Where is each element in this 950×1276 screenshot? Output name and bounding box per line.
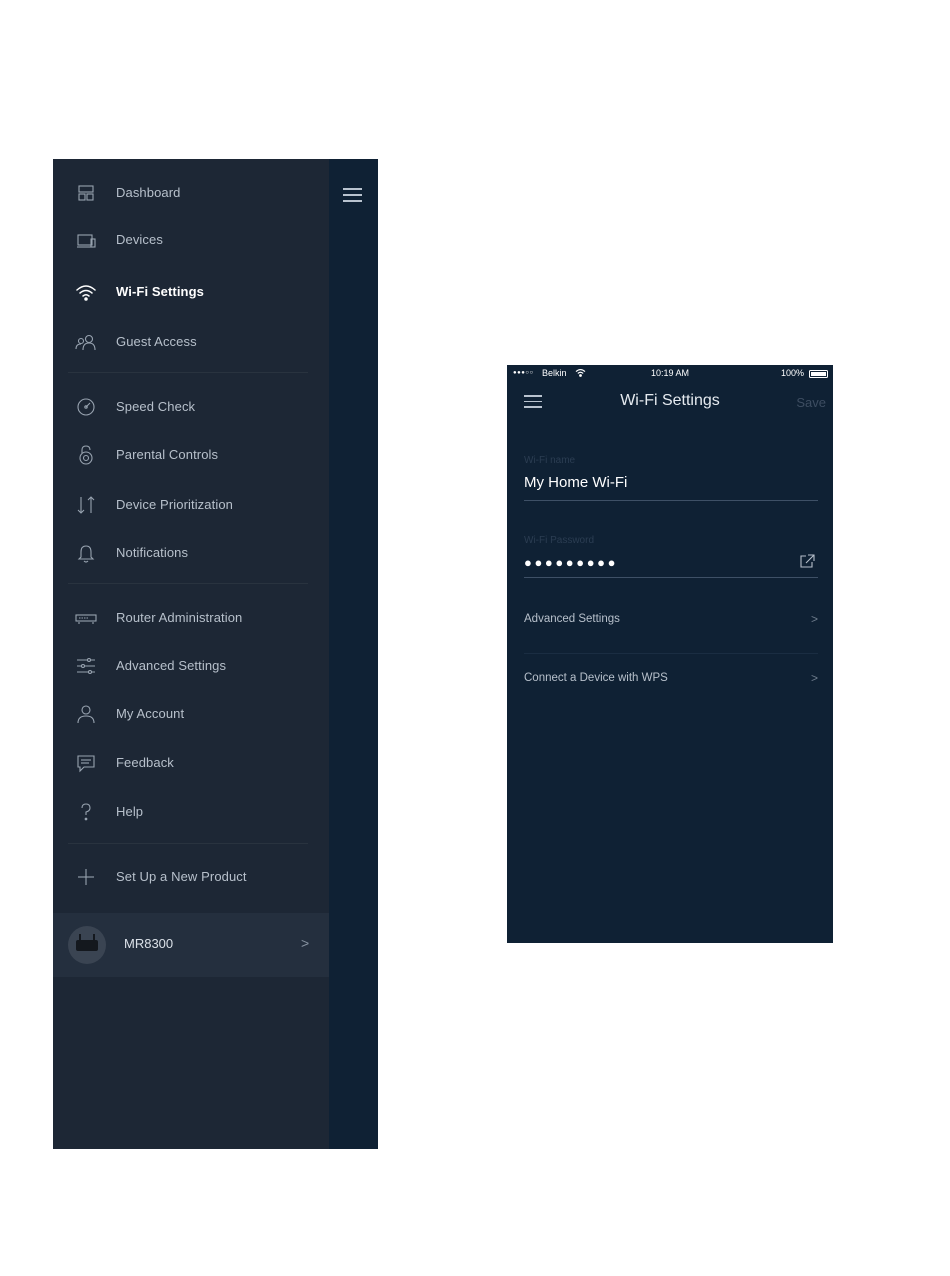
side-menu-screen: Dashboard Devices Wi-Fi Settings Guest A… — [53, 159, 378, 1149]
device-selector-row[interactable]: MR8300 > — [53, 913, 329, 977]
menu-item-label: Devices — [116, 232, 163, 247]
menu-item-label: My Account — [116, 706, 185, 721]
menu-item-notifications[interactable]: Notifications — [53, 534, 329, 572]
row-label: Connect a Device with WPS — [524, 672, 668, 684]
bell-icon — [75, 542, 97, 564]
menu-divider — [68, 372, 308, 373]
advanced-settings-row[interactable]: Advanced Settings > — [524, 601, 818, 641]
menu-item-label: Device Prioritization — [116, 497, 233, 512]
speedometer-icon — [75, 396, 97, 418]
menu-item-label: Dashboard — [116, 185, 181, 200]
router-icon — [75, 607, 97, 629]
side-menu-panel: Dashboard Devices Wi-Fi Settings Guest A… — [53, 159, 329, 1149]
sliders-icon — [75, 655, 97, 677]
connect-device-wps-row[interactable]: Connect a Device with WPS > — [524, 660, 818, 700]
menu-item-label: Parental Controls — [116, 447, 219, 462]
chevron-right-icon: > — [810, 612, 818, 626]
chat-bubble-icon — [75, 752, 97, 774]
row-divider — [524, 653, 818, 654]
battery-percent: 100% — [780, 368, 804, 378]
menu-item-my-account[interactable]: My Account — [53, 695, 329, 733]
device-name: MR8300 — [124, 936, 174, 951]
menu-item-label: Wi-Fi Settings — [116, 284, 204, 299]
save-button[interactable]: Save — [796, 395, 826, 410]
menu-item-set-up-new-product[interactable]: Set Up a New Product — [53, 858, 329, 896]
menu-item-advanced-settings[interactable]: Advanced Settings — [53, 647, 329, 685]
hamburger-menu-icon[interactable] — [343, 188, 362, 202]
menu-item-parental-controls[interactable]: Parental Controls — [53, 436, 329, 474]
menu-item-wifi-settings[interactable]: Wi-Fi Settings — [53, 273, 329, 311]
plus-icon — [75, 866, 97, 888]
menu-item-label: Help — [116, 804, 144, 819]
external-link-icon[interactable] — [800, 554, 815, 568]
menu-item-dashboard[interactable]: Dashboard — [53, 174, 329, 212]
router-avatar — [68, 926, 106, 964]
chevron-right-icon: > — [810, 671, 818, 685]
devices-icon — [75, 229, 97, 251]
menu-item-router-administration[interactable]: Router Administration — [53, 599, 329, 637]
wifi-settings-screen: ●●●○○ Belkin 10:19 AM 100% Wi-Fi Setting… — [507, 365, 833, 943]
chevron-right-icon: > — [301, 935, 310, 951]
menu-item-device-prioritization[interactable]: Device Prioritization — [53, 486, 329, 524]
guest-access-icon — [75, 331, 97, 353]
menu-item-label: Advanced Settings — [116, 658, 227, 673]
menu-item-label: Guest Access — [116, 334, 197, 349]
dashboard-icon — [75, 182, 97, 204]
menu-item-label: Router Administration — [116, 610, 243, 625]
menu-item-label: Notifications — [116, 545, 189, 560]
menu-item-label: Set Up a New Product — [116, 869, 247, 884]
menu-toggle-strip — [329, 159, 378, 1149]
padlock-icon — [75, 444, 97, 466]
wifi-password-field[interactable]: ●●●●●●●●● — [524, 555, 618, 570]
menu-divider — [68, 843, 308, 844]
arrows-up-down-icon — [75, 494, 97, 516]
wifi-password-label: Wi-Fi Password — [524, 535, 595, 546]
wifi-name-label: Wi-Fi name — [524, 455, 576, 466]
menu-item-devices[interactable]: Devices — [53, 221, 329, 259]
wifi-name-underline — [524, 500, 818, 501]
menu-item-feedback[interactable]: Feedback — [53, 744, 329, 782]
wifi-password-underline — [524, 577, 818, 578]
page-title: Wi-Fi Settings — [620, 392, 720, 409]
menu-item-label: Feedback — [116, 755, 174, 770]
menu-item-label: Speed Check — [116, 399, 196, 414]
menu-divider — [68, 583, 308, 584]
wifi-icon — [75, 281, 97, 303]
menu-item-guest-access[interactable]: Guest Access — [53, 323, 329, 361]
menu-item-help[interactable]: Help — [53, 793, 329, 831]
wifi-name-field[interactable]: My Home Wi-Fi — [524, 474, 627, 491]
row-label: Advanced Settings — [524, 613, 620, 625]
question-icon — [75, 801, 97, 823]
battery-icon — [809, 370, 828, 378]
user-icon — [75, 703, 97, 725]
menu-item-speed-check[interactable]: Speed Check — [53, 388, 329, 426]
